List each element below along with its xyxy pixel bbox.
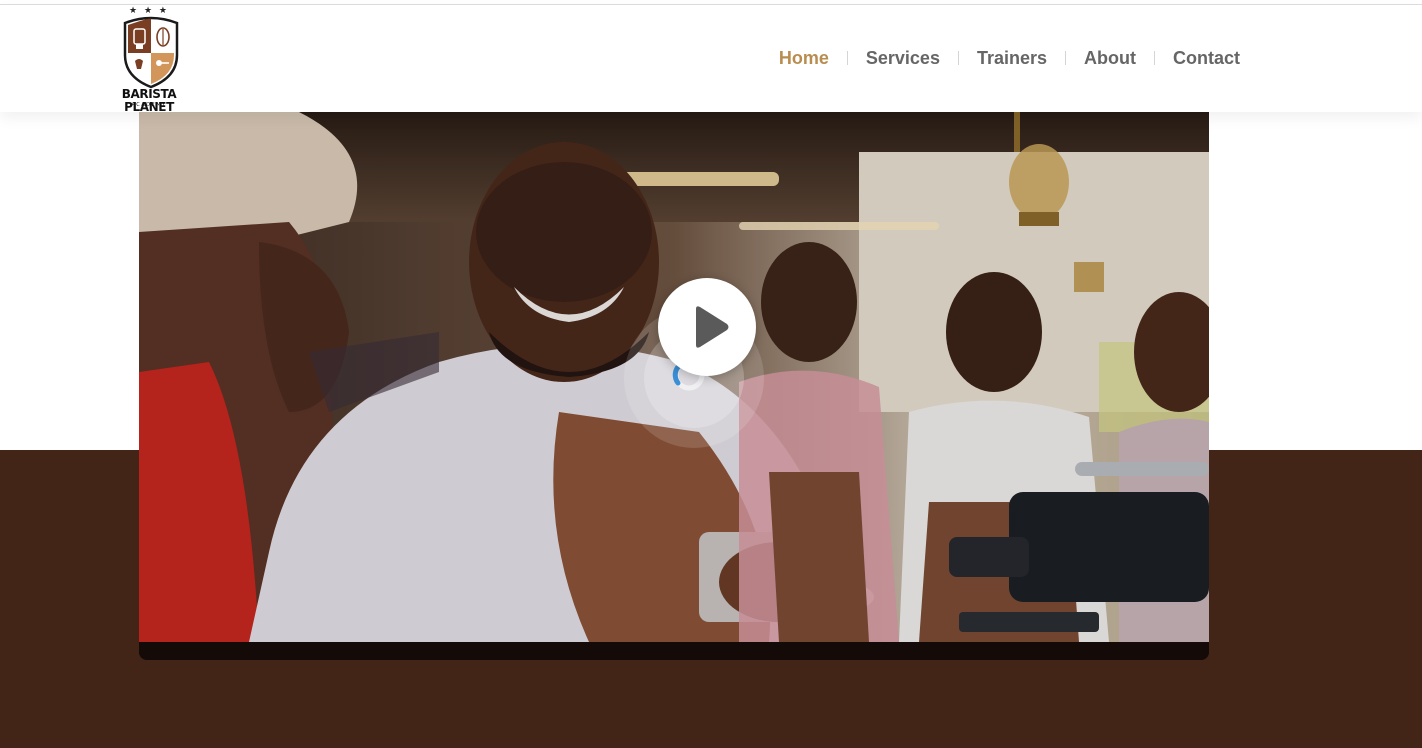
play-button[interactable] (658, 278, 756, 376)
logo-subtitle: ACADEMY (131, 102, 167, 108)
logo-wordmark: BARISTA PLANET (121, 87, 177, 114)
video-player[interactable] (139, 112, 1209, 660)
nav-trainers-link[interactable]: Trainers (977, 46, 1047, 70)
site-header: ★ ★ ★ BARISTA PLANET ACADEMY Home Servic… (0, 5, 1422, 114)
nav-services-link[interactable]: Services (866, 46, 940, 70)
video-controls-bar[interactable] (139, 642, 1209, 660)
logo-shield-icon (123, 16, 179, 89)
play-icon (696, 306, 729, 348)
nav-home-link[interactable]: Home (779, 46, 829, 70)
nav-divider (1065, 51, 1067, 65)
site-logo[interactable]: ★ ★ ★ BARISTA PLANET ACADEMY (100, 5, 198, 114)
nav-divider (1154, 51, 1155, 65)
nav-about-link[interactable]: About (1084, 46, 1136, 70)
nav-divider (957, 51, 959, 65)
main-navigation: Home Services Trainers About Contact (779, 46, 1240, 70)
nav-divider (846, 51, 848, 65)
nav-contact-link[interactable]: Contact (1173, 46, 1240, 70)
